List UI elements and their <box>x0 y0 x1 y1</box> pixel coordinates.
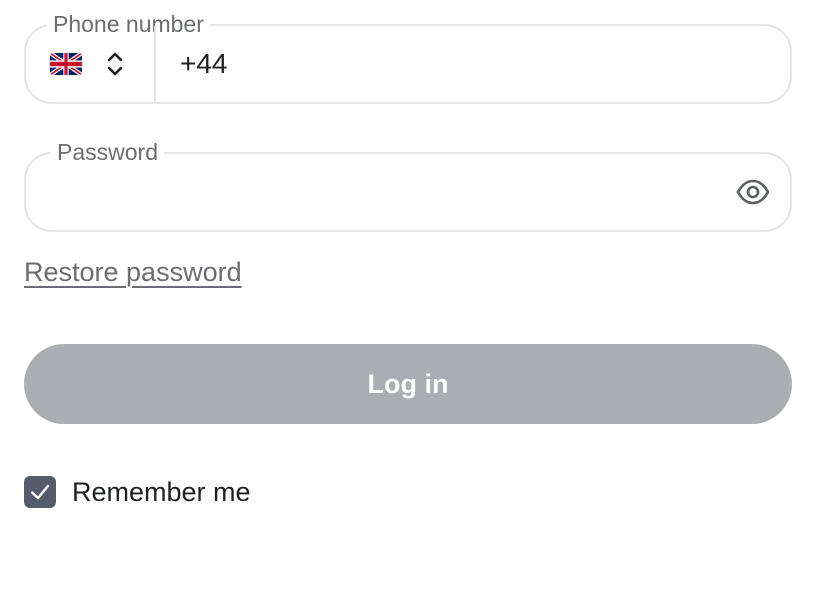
login-button[interactable]: Log in <box>24 344 792 424</box>
remember-me-option[interactable]: Remember me <box>24 476 251 508</box>
password-input[interactable] <box>56 172 716 212</box>
password-field: Password <box>24 138 792 232</box>
field-divider <box>154 26 156 102</box>
checkmark-icon <box>30 484 50 500</box>
phone-number-field: Phone number <box>24 10 792 104</box>
chevron-up-down-icon <box>107 52 123 76</box>
country-code-selector[interactable] <box>26 26 156 102</box>
login-form: Phone number Password Restore password <box>0 0 816 616</box>
uk-flag-icon <box>50 53 82 75</box>
remember-me-checkbox[interactable] <box>24 476 56 508</box>
password-label: Password <box>51 138 164 166</box>
remember-me-label: Remember me <box>72 476 251 507</box>
restore-password-link[interactable]: Restore password <box>24 256 242 288</box>
phone-number-input[interactable] <box>180 44 760 84</box>
eye-icon[interactable] <box>736 176 770 208</box>
